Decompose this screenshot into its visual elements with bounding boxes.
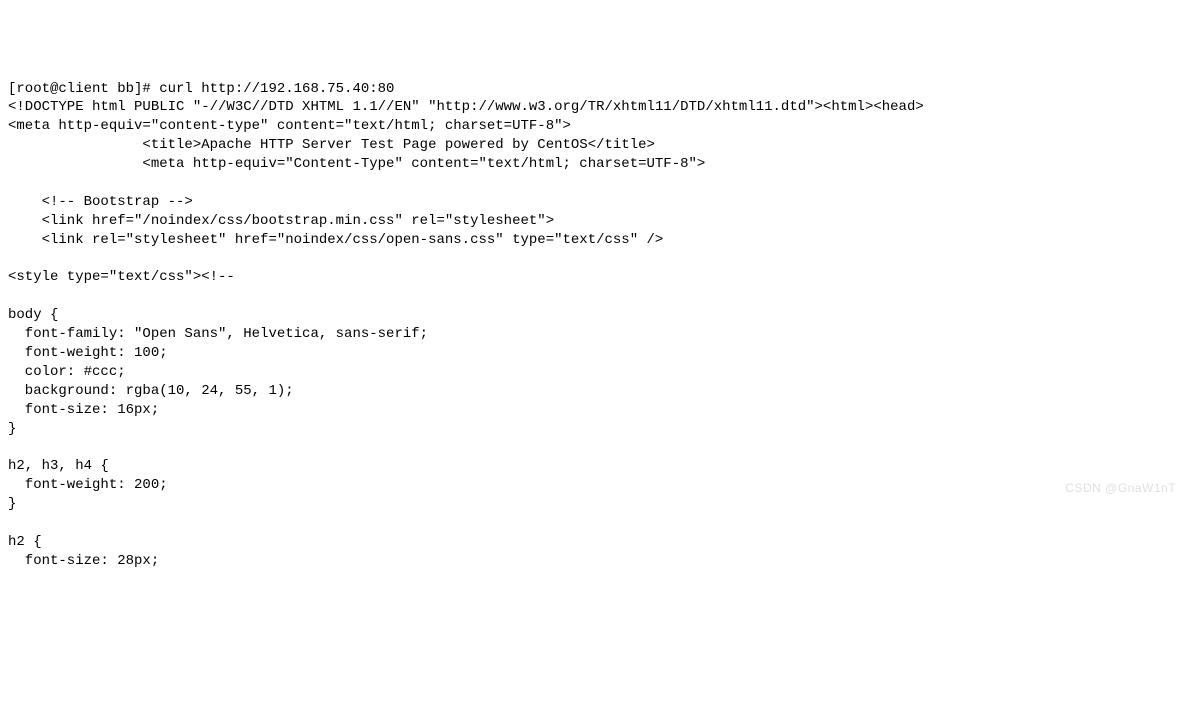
terminal-line: <link rel="stylesheet" href="noindex/css… — [8, 232, 663, 248]
terminal-line: [root@client bb]# curl http://192.168.75… — [8, 81, 394, 97]
terminal-line: font-weight: 100; — [8, 345, 168, 361]
terminal-line: } — [8, 496, 16, 512]
terminal-line: <meta http-equiv="content-type" content=… — [8, 118, 571, 134]
terminal-line: <title>Apache HTTP Server Test Page powe… — [8, 137, 655, 153]
terminal-line: body { — [8, 307, 58, 323]
terminal-line: h2 { — [8, 534, 42, 550]
terminal-line: <style type="text/css"><!-- — [8, 269, 235, 285]
terminal-line: <!DOCTYPE html PUBLIC "-//W3C//DTD XHTML… — [8, 99, 924, 115]
watermark-text: CSDN @GnaW1nT — [1065, 480, 1176, 496]
terminal-line: } — [8, 421, 16, 437]
terminal-output: [root@client bb]# curl http://192.168.75… — [8, 80, 1176, 571]
terminal-line: font-weight: 200; — [8, 477, 168, 493]
terminal-line: background: rgba(10, 24, 55, 1); — [8, 383, 294, 399]
terminal-line: h2, h3, h4 { — [8, 458, 109, 474]
terminal-line: <meta http-equiv="Content-Type" content=… — [8, 156, 705, 172]
terminal-line: <link href="/noindex/css/bootstrap.min.c… — [8, 213, 554, 229]
terminal-line: font-size: 28px; — [8, 553, 159, 569]
terminal-line: <!-- Bootstrap --> — [8, 194, 193, 210]
terminal-line: font-size: 16px; — [8, 402, 159, 418]
terminal-line: font-family: "Open Sans", Helvetica, san… — [8, 326, 428, 342]
terminal-line: color: #ccc; — [8, 364, 126, 380]
